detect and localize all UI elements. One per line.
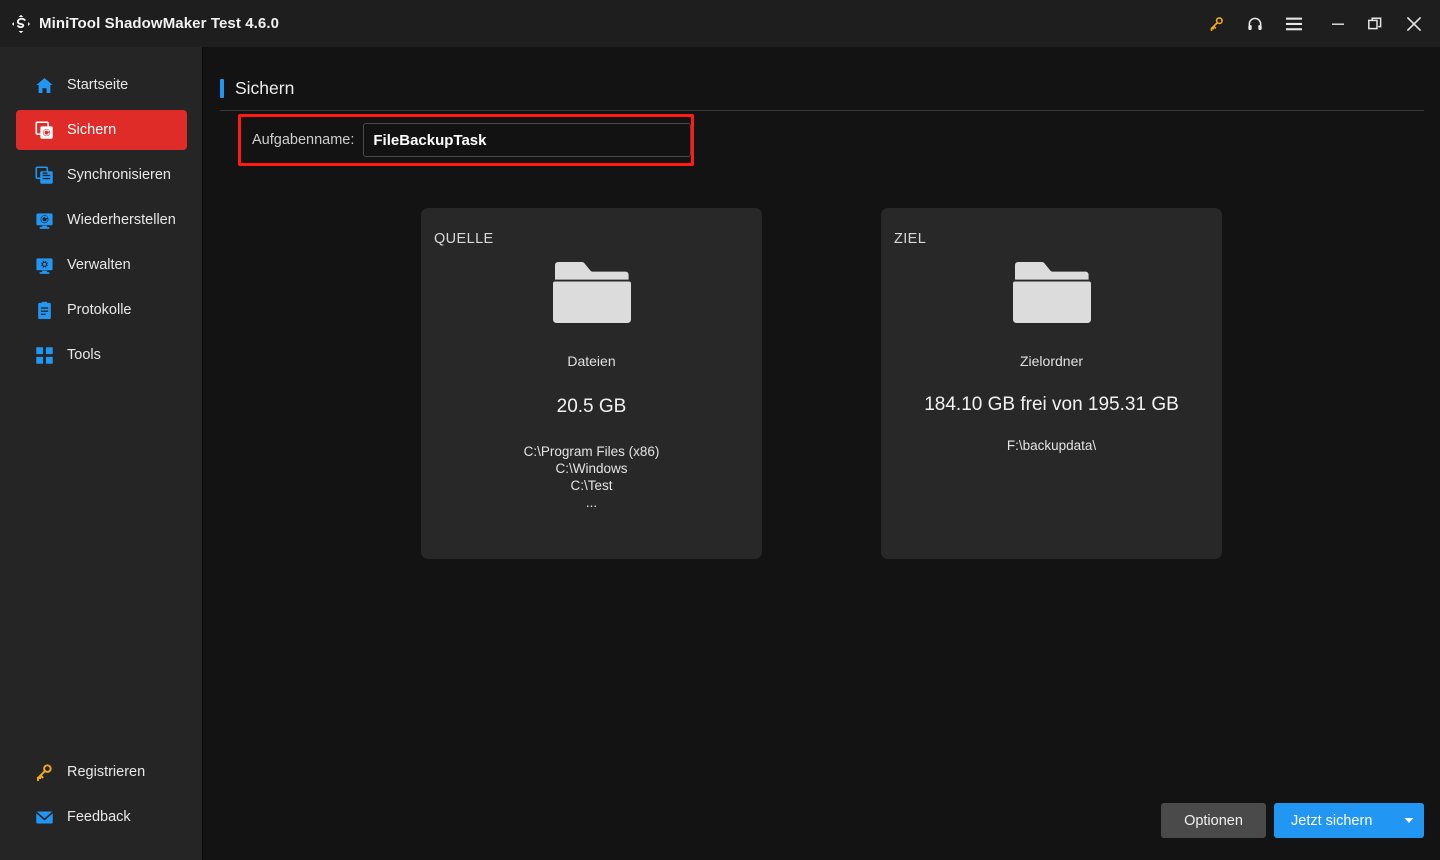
backup-now-button[interactable]: Jetzt sichern (1274, 803, 1394, 838)
app-window: MiniTool ShadowMaker Test 4.6.0 (0, 0, 1440, 860)
caret-down-icon[interactable] (1394, 803, 1424, 838)
logs-icon (33, 299, 55, 321)
source-card-paths: C:\Program Files (x86) C:\Windows C:\Tes… (421, 443, 762, 511)
source-card-label: QUELLE (434, 231, 494, 247)
key-icon (33, 761, 55, 783)
sidebar-item-label: Sichern (67, 122, 116, 138)
restore-window-icon[interactable] (1357, 0, 1393, 47)
sidebar-item-wiederherstellen[interactable]: Wiederherstellen (16, 200, 187, 240)
destination-card[interactable]: ZIEL Zielordner 184.10 GB frei von 195.3… (881, 208, 1222, 559)
manage-icon (33, 254, 55, 276)
titlebar-actions (1198, 0, 1440, 47)
destination-card-label: ZIEL (894, 231, 926, 247)
title-bar: MiniTool ShadowMaker Test 4.6.0 (0, 0, 1440, 47)
sidebar: Startseite Sichern (0, 47, 203, 860)
sidebar-item-registrieren[interactable]: Registrieren (16, 752, 187, 792)
sidebar-nav-primary: Startseite Sichern (0, 65, 203, 380)
sidebar-item-label: Wiederherstellen (67, 212, 176, 228)
sidebar-item-tools[interactable]: Tools (16, 335, 187, 375)
sidebar-item-verwalten[interactable]: Verwalten (16, 245, 187, 285)
sidebar-item-label: Tools (67, 347, 101, 363)
sidebar-item-feedback[interactable]: Feedback (16, 797, 187, 837)
sidebar-item-label: Synchronisieren (67, 167, 171, 183)
minimize-icon[interactable] (1320, 0, 1356, 47)
source-card-type: Dateien (421, 353, 762, 369)
page-title: Sichern (235, 78, 294, 99)
folder-icon (881, 260, 1222, 326)
source-card[interactable]: QUELLE Dateien 20.5 GB C:\Program Files … (421, 208, 762, 559)
sidebar-item-protokolle[interactable]: Protokolle (16, 290, 187, 330)
headset-icon[interactable] (1237, 0, 1273, 47)
tools-grid-icon (33, 344, 55, 366)
sidebar-item-label: Protokolle (67, 302, 131, 318)
app-title: MiniTool ShadowMaker Test 4.6.0 (39, 15, 279, 32)
restore-icon (33, 209, 55, 231)
source-card-size: 20.5 GB (421, 396, 762, 418)
folder-icon (421, 260, 762, 326)
home-icon (33, 74, 55, 96)
page-header: Sichern (220, 78, 294, 99)
main-content: Sichern Aufgabenname: QUELLE Dateien 20.… (204, 47, 1440, 860)
sync-icon (33, 164, 55, 186)
sidebar-item-sichern[interactable]: Sichern (16, 110, 187, 150)
key-icon[interactable] (1198, 0, 1234, 47)
sidebar-item-startseite[interactable]: Startseite (16, 65, 187, 105)
destination-card-type: Zielordner (881, 353, 1222, 369)
minitool-logo-icon (9, 12, 33, 36)
destination-card-paths: F:\backupdata\ (881, 437, 1222, 454)
sidebar-nav-secondary: Registrieren Feedback (0, 752, 203, 842)
close-icon[interactable] (1394, 0, 1434, 47)
task-name-input[interactable] (363, 123, 691, 157)
task-name-label: Aufgabenname: (252, 132, 354, 148)
destination-card-size: 184.10 GB frei von 195.31 GB (881, 394, 1222, 416)
sidebar-item-label: Registrieren (67, 764, 145, 780)
sidebar-item-label: Startseite (67, 77, 128, 93)
task-name-highlight-box: Aufgabenname: (238, 114, 694, 166)
backup-now-button-group: Jetzt sichern (1274, 803, 1424, 838)
header-divider (220, 110, 1424, 111)
mail-icon (33, 806, 55, 828)
backup-icon (33, 119, 55, 141)
page-title-accent-bar (220, 79, 224, 98)
sidebar-item-label: Feedback (67, 809, 131, 825)
hamburger-menu-icon[interactable] (1276, 0, 1312, 47)
sidebar-item-synchronisieren[interactable]: Synchronisieren (16, 155, 187, 195)
sidebar-item-label: Verwalten (67, 257, 131, 273)
options-button[interactable]: Optionen (1161, 803, 1266, 838)
